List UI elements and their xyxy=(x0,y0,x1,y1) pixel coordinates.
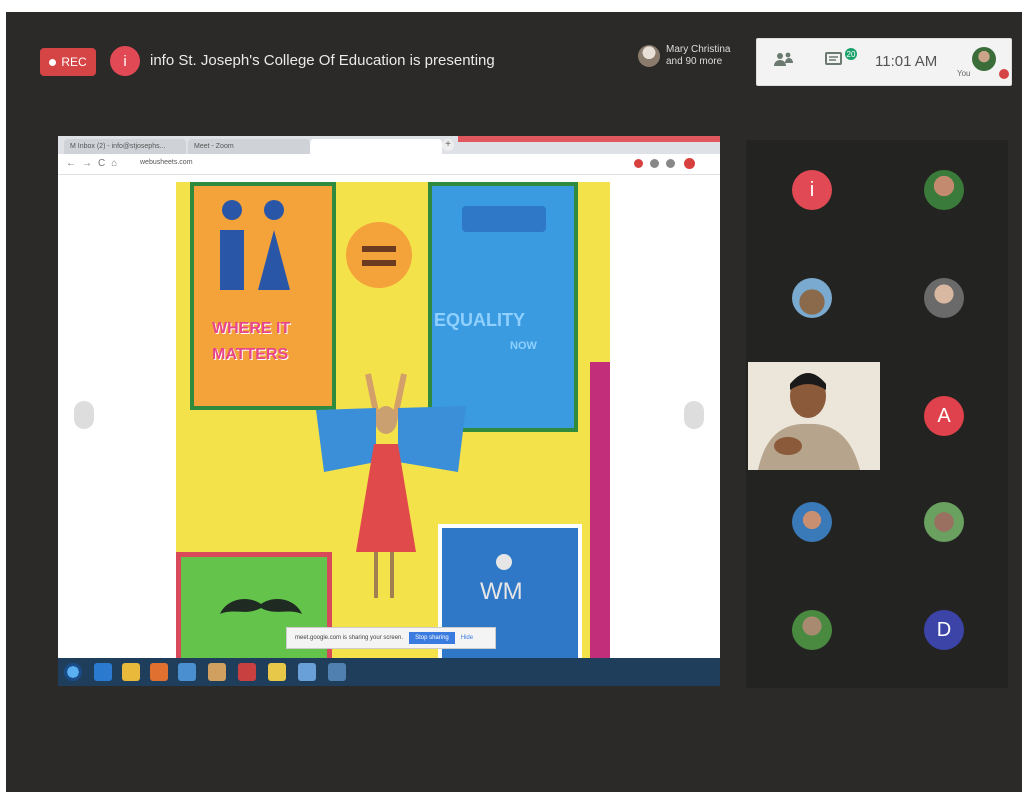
art-logo-wm: WM xyxy=(480,578,523,605)
participant-tile[interactable] xyxy=(792,502,832,542)
stop-sharing-button[interactable]: Stop sharing xyxy=(409,632,455,644)
participant-initial: A xyxy=(937,404,951,427)
url-text[interactable]: webusheets.com xyxy=(140,159,193,166)
participant-tile-d[interactable]: D xyxy=(924,610,964,650)
triangle-figure-icon xyxy=(258,230,290,290)
screen-share-notification: meet.google.com is sharing your screen. … xyxy=(286,627,496,649)
figure-head-icon xyxy=(222,200,242,220)
browser-tab-meet[interactable]: Meet - Zoom xyxy=(188,139,310,154)
participant-tile[interactable] xyxy=(924,502,964,542)
extension-icon[interactable] xyxy=(650,159,659,168)
magenta-strip xyxy=(590,362,610,662)
participants-line-2: and 90 more xyxy=(666,56,723,67)
equals-bar-icon xyxy=(362,246,396,252)
paint-icon[interactable] xyxy=(208,663,226,681)
participants-text: Mary Christina and 90 more xyxy=(666,44,730,68)
ie-icon[interactable] xyxy=(94,663,112,681)
mustache-icon xyxy=(220,599,302,614)
browser-tab-strip: M Inbox (2) - info@stjosephs... Meet - Z… xyxy=(58,136,720,154)
hide-button[interactable]: Hide xyxy=(461,635,473,641)
chat-count-badge: 20 xyxy=(845,48,857,60)
wm-dot-icon xyxy=(496,554,512,570)
browser-tab-gmail[interactable]: M Inbox (2) - info@stjosephs... xyxy=(64,139,186,154)
participant-tile-a[interactable]: A xyxy=(924,396,964,436)
recording-badge: REC xyxy=(40,48,96,76)
participant-avatar xyxy=(638,45,660,67)
app-icon[interactable] xyxy=(238,663,256,681)
people-icon[interactable] xyxy=(773,51,795,72)
new-tab-plus-icon[interactable]: + xyxy=(442,139,454,151)
orange-panel xyxy=(190,182,336,410)
prev-slide-icon[interactable] xyxy=(74,401,94,429)
call-controls-panel: 20 11:01 AM You xyxy=(756,38,1012,86)
address-bar[interactable]: ←→C⌂ webusheets.com xyxy=(58,154,720,175)
presenter-initial: i xyxy=(123,52,127,70)
notification-dot-icon xyxy=(999,69,1009,79)
app-icon[interactable] xyxy=(328,663,346,681)
self-label: You xyxy=(957,69,971,78)
speaker-photo xyxy=(748,362,880,470)
participant-tile-i[interactable]: i xyxy=(792,170,832,210)
participant-initial: i xyxy=(809,178,815,201)
participant-initial: D xyxy=(936,618,952,641)
presenter-avatar: i xyxy=(110,46,140,76)
windows-taskbar xyxy=(58,658,720,686)
participant-tile[interactable] xyxy=(792,610,832,650)
app-icon[interactable] xyxy=(298,663,316,681)
clock-time: 11:01 AM xyxy=(875,53,938,70)
participant-tile[interactable] xyxy=(924,278,964,318)
browser-tab-active[interactable] xyxy=(310,139,442,154)
extension-icon[interactable] xyxy=(666,159,675,168)
art-text-equality: EQUALITY xyxy=(434,310,526,330)
bottom-bar xyxy=(6,716,1022,792)
start-icon[interactable] xyxy=(64,663,82,681)
next-slide-icon[interactable] xyxy=(684,401,704,429)
chat-glyph xyxy=(825,52,842,65)
notification-text: meet.google.com is sharing your screen. xyxy=(295,635,404,641)
extension-icon[interactable] xyxy=(634,159,643,168)
presenting-status: info St. Joseph's College Of Education i… xyxy=(150,52,495,69)
participants-line-1: Mary Christina xyxy=(666,44,731,55)
people-glyph xyxy=(774,52,793,66)
rec-label: REC xyxy=(61,55,87,69)
folder-icon[interactable] xyxy=(268,663,286,681)
meet-window: REC i info St. Joseph's College Of Educa… xyxy=(6,12,1022,792)
media-icon[interactable] xyxy=(178,663,196,681)
participant-tile[interactable] xyxy=(792,278,832,318)
active-speaker-video[interactable] xyxy=(748,362,880,470)
record-dot-icon xyxy=(49,58,57,66)
figure-head-icon xyxy=(264,200,284,220)
art-text-matters: MATTERS xyxy=(212,346,289,363)
shared-artwork-image: WHERE IT MATTERS EQUALITY NOW WM xyxy=(176,182,610,666)
art-text-where: WHERE IT xyxy=(212,320,291,337)
window-strip xyxy=(458,136,720,142)
self-avatar[interactable] xyxy=(972,47,996,71)
art-text-now: NOW xyxy=(510,340,537,352)
participants-summary[interactable]: Mary Christina and 90 more xyxy=(638,44,730,68)
chat-icon[interactable] xyxy=(825,51,843,72)
equals-bar-icon xyxy=(362,260,396,266)
nav-buttons-icon[interactable]: ←→C⌂ xyxy=(66,158,123,169)
equals-circle xyxy=(346,222,412,288)
shared-screen: M Inbox (2) - info@stjosephs... Meet - Z… xyxy=(58,136,720,686)
firefox-icon[interactable] xyxy=(150,663,168,681)
equality-symbol-icon xyxy=(462,206,546,232)
chrome-icon[interactable] xyxy=(122,663,140,681)
participant-tile[interactable] xyxy=(924,170,964,210)
figure-body-icon xyxy=(220,230,244,290)
profile-icon[interactable] xyxy=(684,158,695,169)
